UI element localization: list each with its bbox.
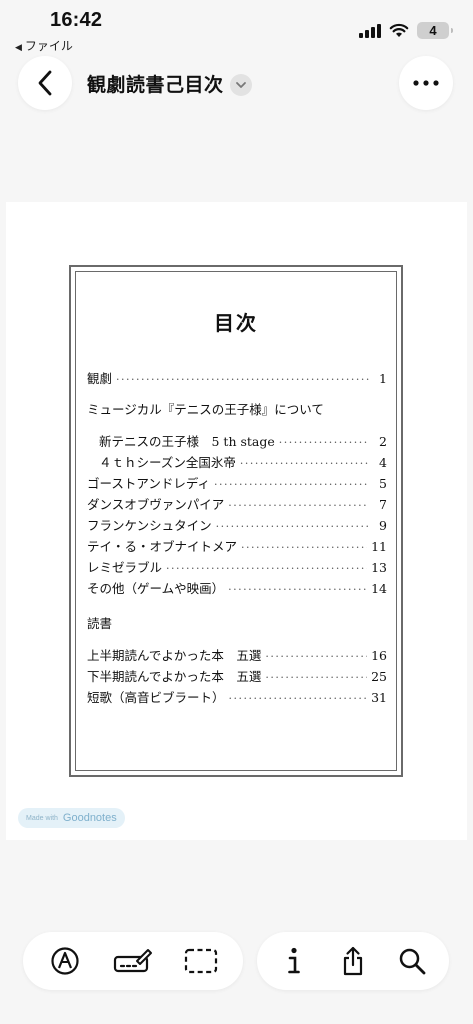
back-app-label: ファイル: [24, 39, 73, 53]
more-options-button[interactable]: [399, 56, 453, 110]
share-button[interactable]: [331, 939, 375, 983]
toc-entry[interactable]: 上半期読んでよかった本 五選16: [87, 645, 387, 665]
document-title[interactable]: 観劇読書己目次: [87, 70, 224, 97]
chevron-left-icon: [38, 70, 52, 96]
toc-entry[interactable]: テイ・る・オブナイトメア11: [87, 536, 387, 556]
info-button[interactable]: [272, 939, 316, 983]
info-icon: [288, 947, 301, 974]
pen-icon: [51, 947, 79, 975]
pencil-ruler-icon: [113, 949, 152, 973]
status-indicators: 4: [359, 22, 453, 39]
back-button[interactable]: [18, 56, 72, 110]
made-with-goodnotes-badge: Made with Goodnotes: [18, 808, 125, 828]
battery-level: 4: [429, 23, 437, 38]
pen-tool-button[interactable]: [43, 939, 87, 983]
toc-entry[interactable]: ４ｔｈシーズン全国氷帝4: [87, 452, 387, 472]
share-icon: [343, 946, 363, 976]
search-icon: [399, 948, 426, 975]
toolbar-left-group: [23, 932, 243, 990]
battery-icon: 4: [417, 22, 453, 39]
toc-heading: 目次: [214, 311, 258, 335]
pencil-ruler-tool-button[interactable]: [111, 939, 155, 983]
made-with-prefix: Made with: [26, 814, 58, 822]
chevron-down-icon: [236, 82, 246, 88]
toc-entry[interactable]: ダンスオブヴァンパイア7: [87, 494, 387, 514]
toc-section-label: 読書: [87, 616, 113, 631]
toc-entry[interactable]: レミゼラブル13: [87, 557, 387, 577]
toolbar-right-group: [257, 932, 449, 990]
toc-entry[interactable]: フランケンシュタイン9: [87, 515, 387, 535]
toc-entry[interactable]: 下半期読んでよかった本 五選25: [87, 666, 387, 686]
cellular-signal-icon: [359, 23, 381, 38]
document-page[interactable]: 目次 観劇1 ミュージカル『テニスの王子様』について 新テニスの王子様 5 th…: [6, 202, 467, 840]
toc-entry[interactable]: 観劇1: [87, 368, 387, 388]
toc-section-label: ミュージカル『テニスの王子様』について: [87, 402, 324, 417]
title-menu-button[interactable]: [230, 74, 252, 96]
goodnotes-brand: Goodnotes: [62, 812, 117, 824]
ellipsis-icon: [413, 80, 439, 86]
status-time: 16:42: [50, 9, 103, 31]
lasso-select-icon: [184, 948, 218, 974]
back-to-app-link[interactable]: ◀ ファイル: [15, 37, 73, 54]
toc-entry[interactable]: ゴーストアンドレディ5: [87, 473, 387, 493]
wifi-icon: [389, 23, 409, 37]
toc-entry[interactable]: 新テニスの王子様 5 th stage2: [87, 431, 387, 451]
search-button[interactable]: [390, 939, 434, 983]
toc-entry[interactable]: 短歌（高音ビブラート）31: [87, 687, 387, 707]
lasso-tool-button[interactable]: [179, 939, 223, 983]
page-border-frame: 目次 観劇1 ミュージカル『テニスの王子様』について 新テニスの王子様 5 th…: [69, 265, 403, 777]
back-triangle-icon: ◀: [15, 43, 22, 53]
toc-entry[interactable]: その他（ゲームや映画）14: [87, 578, 387, 598]
